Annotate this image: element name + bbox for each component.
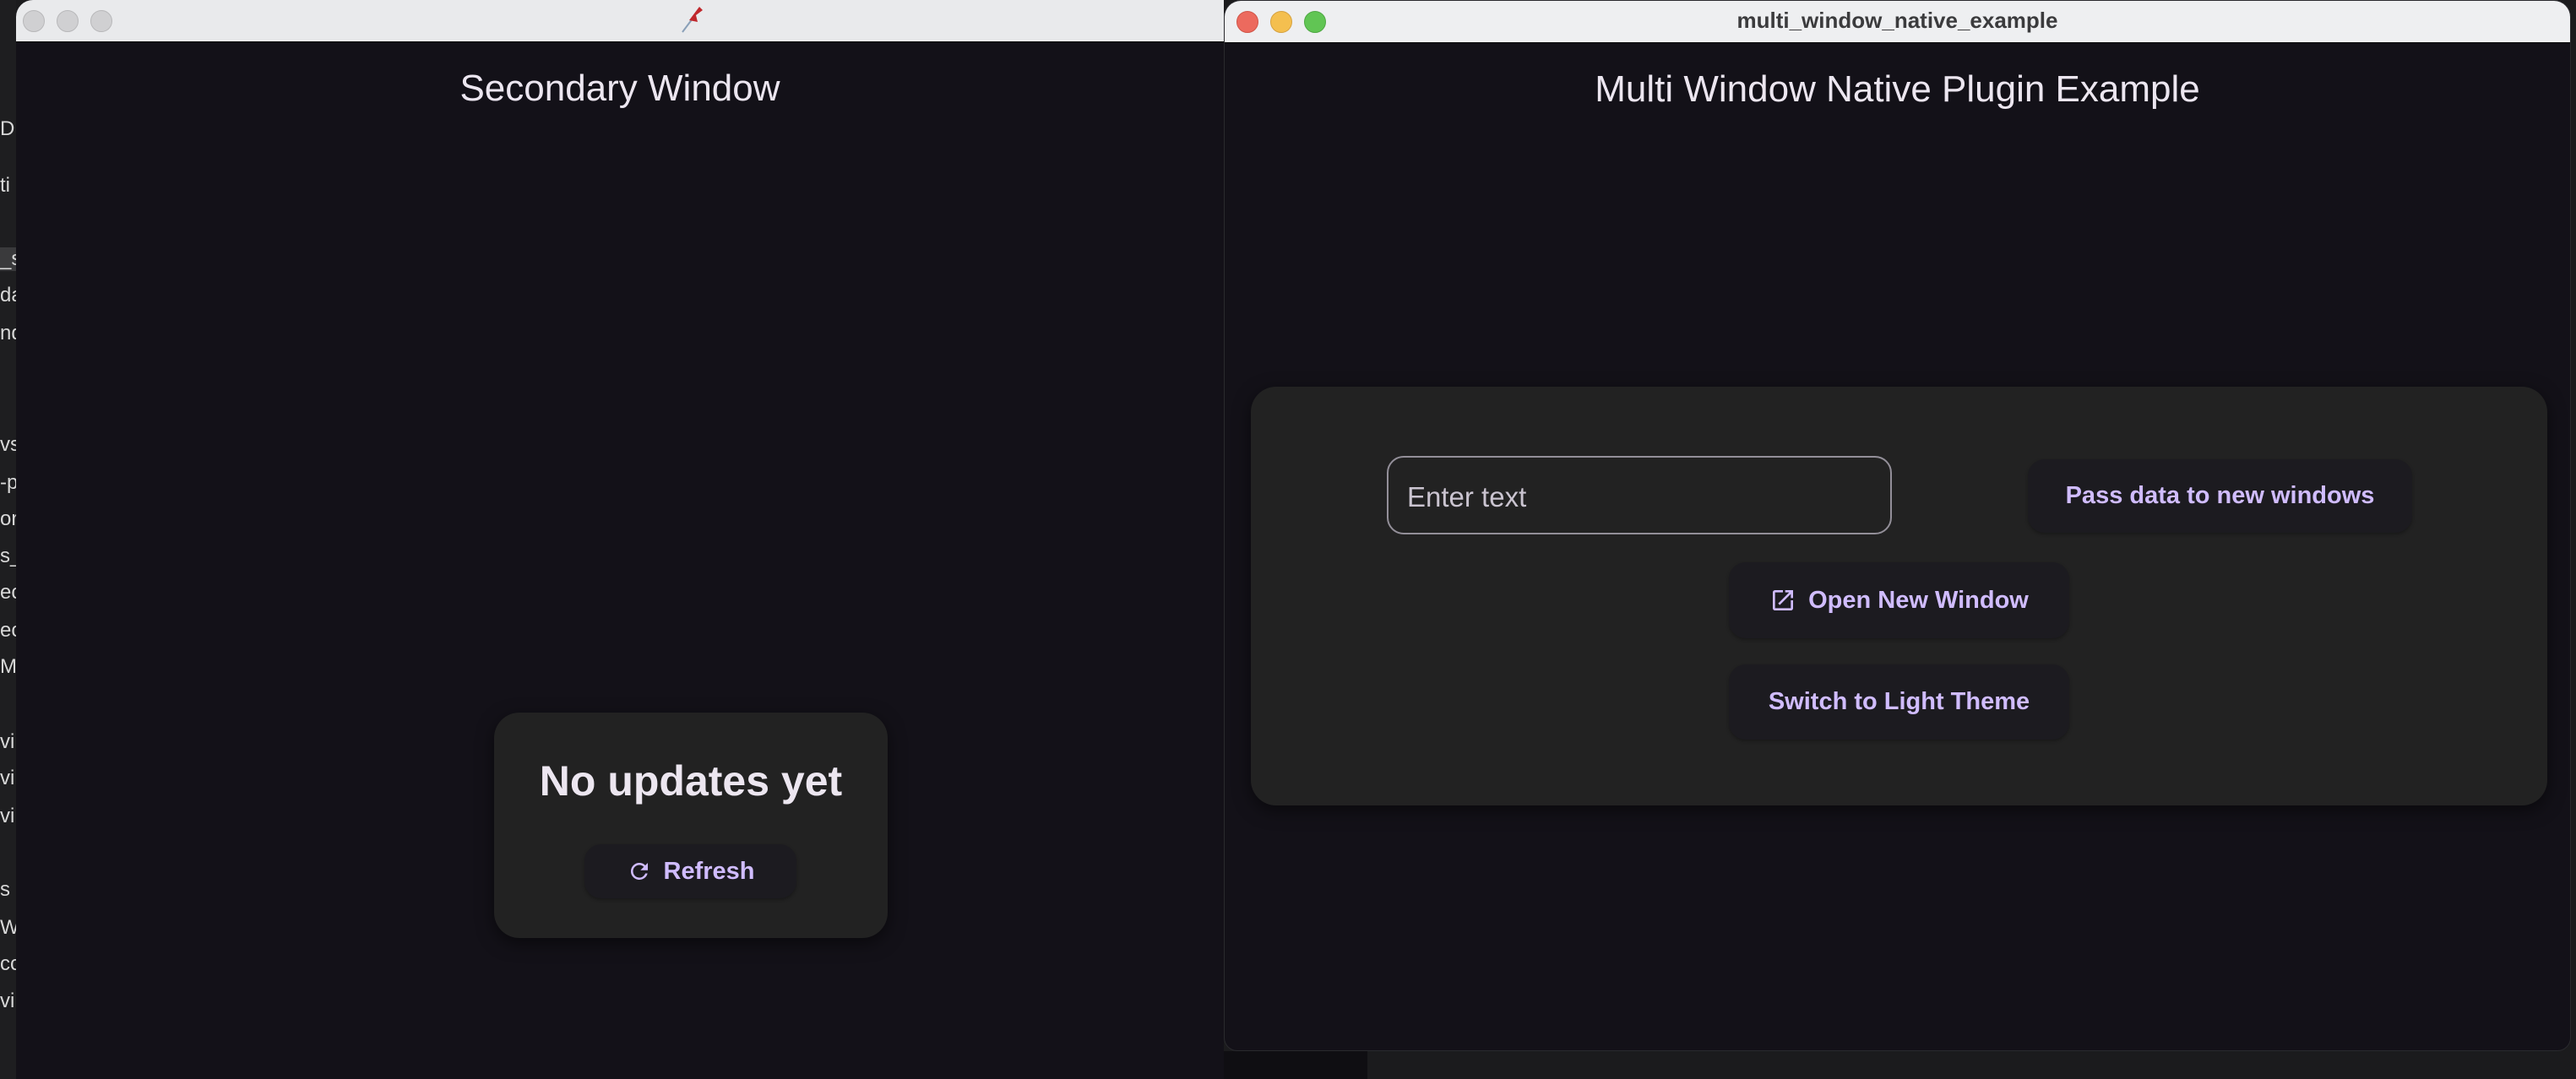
sidebar-text-fragment: s [0, 878, 10, 901]
sidebar-text-fragment: _s [0, 247, 16, 271]
sidebar-text-fragment: vi [0, 730, 15, 753]
sidebar-text-fragment: s_ [0, 545, 16, 567]
sidebar-text-fragment: ti [0, 174, 10, 197]
status-text: No updates yet [539, 757, 843, 805]
refresh-icon [630, 863, 648, 880]
sidebar-text-fragment: D [0, 117, 15, 140]
sidebar-text-fragment: vs [0, 433, 16, 456]
sidebar-text-fragment: ME [0, 655, 16, 678]
open-new-window-button[interactable]: Open New Window [1729, 562, 2069, 638]
secondary-window-titlebar[interactable] [16, 0, 1224, 42]
status-card: No updates yet Refresh [494, 713, 888, 938]
sidebar-text-fragment: cc [0, 952, 16, 975]
text-input-placeholder: Enter text [1407, 481, 1527, 512]
zoom-button[interactable] [90, 10, 112, 32]
main-window-heading: Multi Window Native Plugin Example [1595, 68, 2200, 110]
pushpin-icon[interactable] [677, 3, 708, 34]
sidebar-text-fragment: ec [0, 581, 16, 604]
pass-data-label: Pass data to new windows [2065, 482, 2375, 509]
pass-data-button[interactable]: Pass data to new windows [2028, 459, 2412, 533]
refresh-button[interactable]: Refresh [584, 844, 796, 898]
sidebar-text-fragment: ec [0, 619, 16, 642]
refresh-label: Refresh [663, 857, 755, 885]
main-window-titlebar[interactable]: multi_window_native_example [1225, 1, 2570, 43]
sidebar-text-fragment: vi [0, 805, 15, 827]
secondary-window: Secondary Window No updates yet Refresh [16, 0, 1224, 1079]
switch-theme-label: Switch to Light Theme [1768, 688, 2030, 715]
secondary-window-heading: Secondary Window [459, 68, 780, 109]
minimize-button[interactable] [57, 10, 79, 32]
text-input[interactable]: Enter text [1387, 456, 1892, 534]
sidebar-text-fragment: or [0, 507, 16, 530]
open-new-window-label: Open New Window [1808, 586, 2029, 614]
sidebar-text-fragment: W [0, 916, 16, 939]
desktop-background [1224, 1051, 1367, 1079]
main-window: multi_window_native_example Multi Window… [1224, 0, 2571, 1051]
sidebar-text-fragment: vi [0, 990, 15, 1012]
open-in-new-icon [1773, 590, 1794, 610]
close-button[interactable] [23, 10, 45, 32]
sidebar-text-fragment: vi [0, 767, 15, 789]
window-title: multi_window_native_example [1736, 8, 2058, 33]
sidebar-text-fragment: da [0, 284, 16, 306]
switch-theme-button[interactable]: Switch to Light Theme [1729, 664, 2069, 740]
sidebar-text-fragment: nd [0, 322, 16, 344]
background-editor-sidebar: Dti _sda nd vs -p or s_ec ec ME vi vi vi sWcc vi [0, 0, 16, 1079]
controls-card: Enter text Pass data to new windows Open… [1251, 387, 2547, 805]
sidebar-text-fragment: -p [0, 471, 16, 494]
